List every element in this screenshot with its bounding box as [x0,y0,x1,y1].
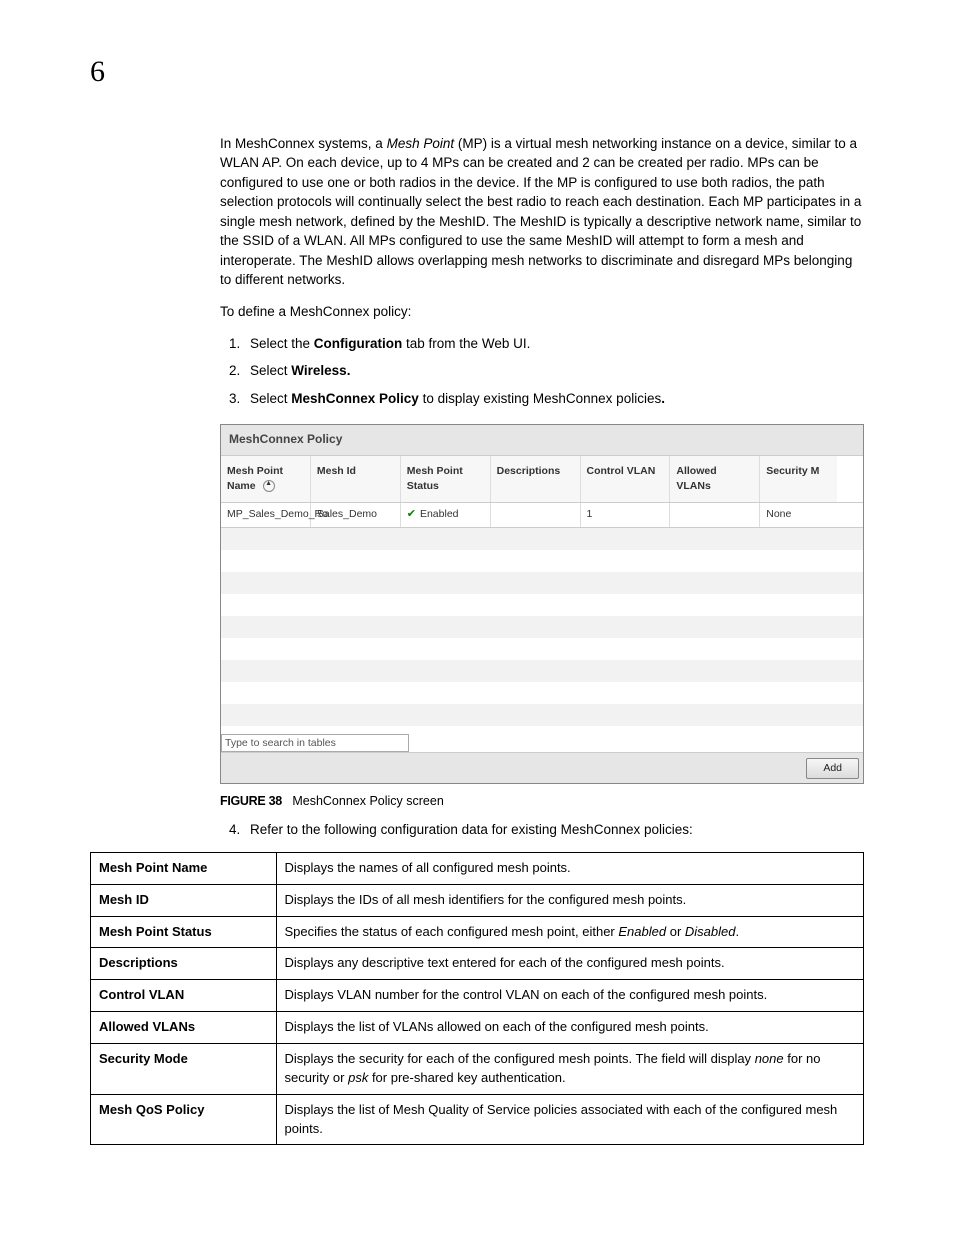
definition-row: DescriptionsDisplays any descriptive tex… [91,948,864,980]
figure-number: FIGURE 38 [220,794,282,808]
definition-term: Mesh Point Status [91,916,277,948]
col-mesh-point-name[interactable]: Mesh Point Name [221,456,311,502]
col-descriptions[interactable]: Descriptions [491,456,581,502]
definition-row: Control VLANDisplays VLAN number for the… [91,980,864,1012]
screenshot-footer: Add [221,752,863,783]
definition-row: Mesh QoS PolicyDisplays the list of Mesh… [91,1094,864,1145]
step-2-bold: Wireless. [291,363,350,378]
definition-term: Descriptions [91,948,277,980]
cell-status-text: Enabled [420,508,459,520]
step-3-a: Select [250,391,291,406]
definition-term: Mesh Point Name [91,852,277,884]
definition-row: Allowed VLANsDisplays the list of VLANs … [91,1012,864,1044]
step-3: Select MeshConnex Policy to display exis… [244,389,864,409]
intro-text-a: In MeshConnex systems, a [220,136,387,151]
definition-term: Allowed VLANs [91,1012,277,1044]
step-1: Select the Configuration tab from the We… [244,334,864,354]
definition-term: Mesh QoS Policy [91,1094,277,1145]
table-search-area [221,728,863,752]
check-icon [407,508,420,520]
definition-desc: Specifies the status of each configured … [276,916,863,948]
col-mesh-point-status[interactable]: Mesh Point Status [401,456,491,502]
add-button[interactable]: Add [806,758,859,779]
step-2-a: Select [250,363,291,378]
empty-rows [221,528,863,728]
figure-caption-text: MeshConnex Policy screen [292,794,443,808]
step-1-a: Select the [250,336,314,351]
cell-name: MP_Sales_Demo_Ro [221,503,311,527]
intro-paragraph: In MeshConnex systems, a Mesh Point (MP)… [220,134,864,291]
definition-row: Mesh Point NameDisplays the names of all… [91,852,864,884]
definition-term: Control VLAN [91,980,277,1012]
intro-text-b: (MP) is a virtual mesh networking instan… [220,136,861,288]
table-row[interactable]: MP_Sales_Demo_Ro Sales_Demo Enabled 1 No… [221,503,863,528]
define-line: To define a MeshConnex policy: [220,302,864,322]
col-control-vlan[interactable]: Control VLAN [581,456,671,502]
step-1-bold: Configuration [314,336,402,351]
col-mesh-id[interactable]: Mesh Id [311,456,401,502]
search-input[interactable] [221,734,409,752]
step-2: Select Wireless. [244,361,864,381]
step-3-c: to display existing MeshConnex policies [419,391,661,406]
definition-desc: Displays VLAN number for the control VLA… [276,980,863,1012]
col-allowed-vlans[interactable]: Allowed VLANs [670,456,760,502]
intro-mesh-point-italic: Mesh Point [387,136,455,151]
step-4: Refer to the following configuration dat… [244,820,864,840]
definition-desc: Displays the security for each of the co… [276,1043,863,1094]
step-1-c: tab from the Web UI. [402,336,530,351]
definition-term: Mesh ID [91,884,277,916]
cell-status: Enabled [401,503,491,527]
meshconnex-policy-screenshot: MeshConnex Policy Mesh Point Name Mesh I… [220,424,864,784]
table-header-row: Mesh Point Name Mesh Id Mesh Point Statu… [221,456,863,503]
col-security-mode[interactable]: Security M [760,456,837,502]
definition-row: Security ModeDisplays the security for e… [91,1043,864,1094]
definition-desc: Displays the list of Mesh Quality of Ser… [276,1094,863,1145]
cell-security: None [760,503,837,527]
definition-row: Mesh Point StatusSpecifies the status of… [91,916,864,948]
col-mesh-point-name-label: Mesh Point Name [227,465,283,492]
definition-desc: Displays any descriptive text entered fo… [276,948,863,980]
cell-allowed-vlans [670,503,760,527]
definition-desc: Displays the names of all configured mes… [276,852,863,884]
cell-descriptions [491,503,581,527]
definition-desc: Displays the IDs of all mesh identifiers… [276,884,863,916]
definition-row: Mesh IDDisplays the IDs of all mesh iden… [91,884,864,916]
step-3-dot: . [661,391,665,406]
sort-asc-icon[interactable] [263,480,275,492]
cell-control-vlan: 1 [581,503,671,527]
page-number: 6 [90,50,864,94]
cell-meshid: Sales_Demo [311,503,401,527]
definition-desc: Displays the list of VLANs allowed on ea… [276,1012,863,1044]
step-3-bold: MeshConnex Policy [291,391,419,406]
definition-table: Mesh Point NameDisplays the names of all… [90,852,864,1145]
definition-term: Security Mode [91,1043,277,1094]
figure-caption: FIGURE 38 MeshConnex Policy screen [220,792,864,810]
screenshot-title: MeshConnex Policy [221,425,863,455]
